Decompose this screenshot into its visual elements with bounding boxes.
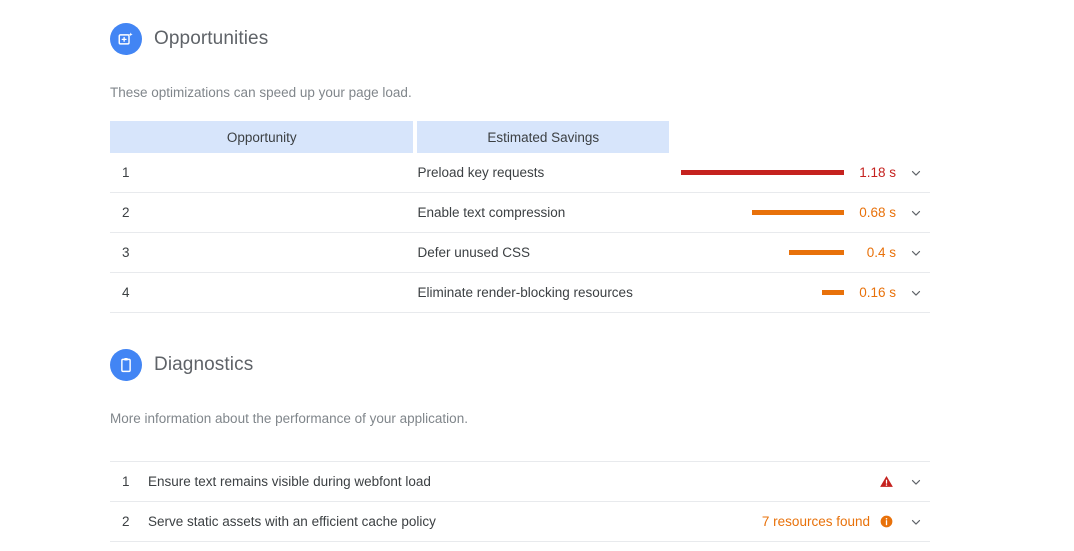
row-savings: 0.68 s — [669, 193, 930, 233]
diagnostics-description: More information about the performance o… — [110, 411, 468, 426]
diagnostics-table: 1 Ensure text remains visible during web… — [110, 461, 930, 542]
savings-value: 0.16 s — [859, 285, 896, 300]
row-status: 7 resources found — [650, 502, 930, 542]
table-row[interactable]: 2 Serve static assets with an efficient … — [110, 502, 930, 542]
chevron-down-icon[interactable] — [902, 515, 930, 529]
savings-value: 1.18 s — [859, 165, 896, 180]
row-title: Eliminate render-blocking resources — [417, 273, 669, 313]
row-index: 2 — [110, 502, 148, 542]
info-circle-icon — [878, 514, 894, 530]
savings-bar-track — [669, 285, 844, 301]
table-row[interactable]: 1 Preload key requests 1.18 s — [110, 153, 930, 193]
chevron-down-icon[interactable] — [902, 246, 930, 260]
row-savings: 1.18 s — [669, 153, 930, 193]
row-status — [650, 461, 930, 502]
audit-report-panel: Opportunities These optimizations can sp… — [110, 0, 930, 542]
row-title: Ensure text remains visible during webfo… — [148, 461, 650, 502]
diagnostics-icon — [110, 349, 142, 381]
row-savings: 0.16 s — [669, 273, 930, 313]
savings-bar — [752, 210, 844, 215]
row-index: 1 — [110, 461, 148, 502]
opportunities-table-body: 1 Preload key requests 1.18 s 2 Enable t… — [110, 153, 930, 313]
row-index: 4 — [110, 273, 418, 313]
savings-bar — [789, 250, 844, 255]
row-title: Enable text compression — [417, 193, 669, 233]
row-note: 7 resources found — [761, 514, 870, 529]
opportunities-icon — [110, 23, 142, 55]
opportunities-description: These optimizations can speed up your pa… — [110, 85, 412, 100]
chevron-down-icon[interactable] — [902, 206, 930, 220]
savings-bar-track — [669, 165, 844, 181]
savings-bar — [822, 290, 844, 295]
chevron-down-icon[interactable] — [902, 166, 930, 180]
diagnostics-table-body: 1 Ensure text remains visible during web… — [110, 461, 930, 542]
table-row[interactable]: 4 Eliminate render-blocking resources 0.… — [110, 273, 930, 313]
warning-triangle-icon — [878, 474, 894, 490]
row-title: Defer unused CSS — [417, 233, 669, 273]
row-index: 3 — [110, 233, 418, 273]
table-row[interactable]: 3 Defer unused CSS 0.4 s — [110, 233, 930, 273]
savings-value: 0.4 s — [866, 245, 896, 260]
table-row[interactable]: 2 Enable text compression 0.68 s — [110, 193, 930, 233]
row-index: 1 — [110, 153, 418, 193]
diagnostics-section-header: Diagnostics — [110, 349, 930, 381]
diagnostics-title: Diagnostics — [154, 354, 254, 375]
savings-value: 0.68 s — [859, 205, 896, 220]
row-title: Serve static assets with an efficient ca… — [148, 502, 650, 542]
opportunities-title: Opportunities — [154, 28, 269, 49]
savings-bar — [681, 170, 844, 175]
row-index: 2 — [110, 193, 418, 233]
opportunities-table: Opportunity Estimated Savings 1 Preload … — [110, 121, 930, 313]
chevron-down-icon[interactable] — [902, 475, 930, 489]
row-title: Preload key requests — [417, 153, 669, 193]
table-row[interactable]: 1 Ensure text remains visible during web… — [110, 461, 930, 502]
row-savings: 0.4 s — [669, 233, 930, 273]
savings-bar-track — [669, 245, 844, 261]
chevron-down-icon[interactable] — [902, 286, 930, 300]
opportunities-table-header: Opportunity Estimated Savings — [110, 121, 930, 153]
savings-bar-track — [669, 205, 844, 221]
column-header-opportunity: Opportunity — [110, 121, 418, 153]
opportunities-section-header: Opportunities — [110, 23, 930, 55]
column-header-estimated-savings: Estimated Savings — [417, 121, 669, 153]
